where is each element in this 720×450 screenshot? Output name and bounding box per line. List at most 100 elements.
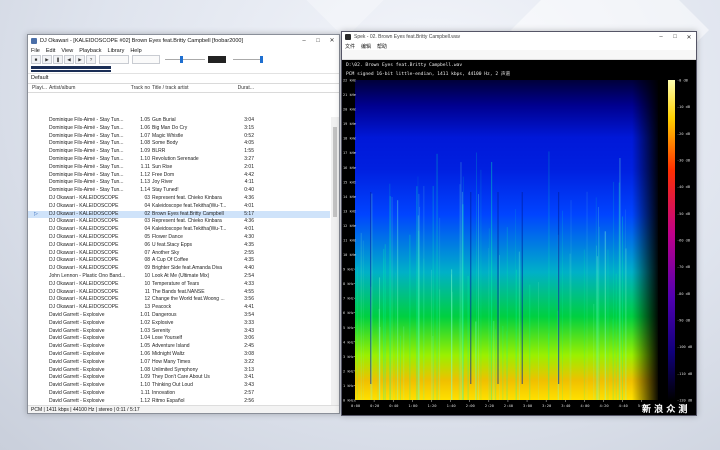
- row-artist-album: David Garrett - Explosive: [49, 319, 105, 326]
- spectrum-streak: [461, 191, 463, 400]
- row-title: Innovation: [152, 389, 176, 396]
- row-duration: 3:08: [244, 350, 254, 357]
- playlist-row[interactable]: DJ Okawari - KALEIDOSCOPE 13 Peacock 4:41: [28, 304, 330, 312]
- row-duration: 2:01: [244, 163, 254, 170]
- maximize-icon[interactable]: □: [668, 34, 682, 40]
- playlist-row[interactable]: David Garrett - Explosive 1.08 Unlimited S…: [28, 367, 330, 375]
- playlist-row[interactable]: David Garrett - Explosive 1.09 They Don't …: [28, 374, 330, 382]
- random-button[interactable]: ?: [86, 55, 96, 64]
- row-duration: 4:40: [244, 265, 254, 272]
- playlist-row[interactable]: DJ Okawari - KALEIDOSCOPE 10 Temperature o…: [28, 281, 330, 289]
- playlist-row[interactable]: Dominique Fils-Aimé - Stay Tun... 1.08 Som…: [28, 140, 330, 148]
- row-title: Another Sky: [152, 249, 180, 256]
- play-button[interactable]: ▶: [42, 55, 52, 64]
- playlist-row[interactable]: DJ Okawari - KALEIDOSCOPE 08 A Cup Of Coff…: [28, 257, 330, 265]
- scrollbar-thumb[interactable]: [333, 127, 337, 217]
- column-artist-album[interactable]: Artist/album: [49, 84, 127, 92]
- row-title: Dangerous: [152, 311, 177, 318]
- previous-button[interactable]: ◀: [64, 55, 74, 64]
- menu-help[interactable]: Help: [130, 48, 141, 54]
- playlist-row[interactable]: David Garrett - Explosive 1.11 Innovation 2…: [28, 390, 330, 398]
- menu-edit[interactable]: 编辑: [361, 43, 371, 50]
- playlist-row[interactable]: Dominique Fils-Aimé - Stay Tun... 1.11 Sun…: [28, 164, 330, 172]
- playlist-row[interactable]: DJ Okawari - KALEIDOSCOPE 04 Kaleidoscope …: [28, 226, 330, 234]
- playlist-row[interactable]: DJ Okawari - KALEIDOSCOPE 07 Another Sky 2:…: [28, 250, 330, 258]
- close-icon[interactable]: ✕: [325, 37, 339, 44]
- close-icon[interactable]: ✕: [682, 34, 696, 41]
- db-tick-label: -50 dB: [677, 212, 690, 216]
- playback-order-dropdown[interactable]: [99, 55, 129, 64]
- freq-tick-label: 6 kHz: [343, 311, 354, 315]
- menu-edit[interactable]: Edit: [46, 48, 55, 54]
- playlist-row[interactable]: Dominique Fils-Aimé - Stay Tun... 1.12 Fre…: [28, 172, 330, 180]
- playlist-row[interactable]: David Garrett - Explosive 1.04 Lose Yourse…: [28, 335, 330, 343]
- playlist-row[interactable]: Dominique Fils-Aimé - Stay Tun... 1.06 Big…: [28, 125, 330, 133]
- playlist-row[interactable]: Dominique Fils-Aimé - Stay Tun... 1.07 Mag…: [28, 133, 330, 141]
- freq-tick-label: 0 kHz: [343, 399, 354, 403]
- minimize-icon[interactable]: –: [654, 34, 668, 40]
- column-title[interactable]: Title / track artist: [152, 84, 232, 92]
- spectrum-streak: [371, 193, 373, 400]
- menu-view[interactable]: View: [61, 48, 73, 54]
- playlist-row[interactable]: David Garrett - Explosive 1.07 How Many Ti…: [28, 359, 330, 367]
- playlist-row[interactable]: DJ Okawari - KALEIDOSCOPE 03 Represent fea…: [28, 218, 330, 226]
- spectrum-streak: [397, 200, 399, 400]
- next-button[interactable]: ▶: [75, 55, 85, 64]
- playlist-row[interactable]: DJ Okawari - KALEIDOSCOPE 11 The Bands fea…: [28, 289, 330, 297]
- row-duration: 4:01: [244, 226, 254, 233]
- playlist-row[interactable]: ▷ DJ Okawari - KALEIDOSCOPE 02 Brown Eyes f…: [28, 210, 330, 219]
- playlist-row[interactable]: DJ Okawari - KALEIDOSCOPE 05 Flower Dance 4…: [28, 234, 330, 242]
- spectrum-gap: [521, 192, 523, 384]
- playlist-row[interactable]: DJ Okawari - KALEIDOSCOPE 12 Change the Wo…: [28, 296, 330, 304]
- menu-help[interactable]: 帮助: [377, 43, 387, 50]
- playlist-row[interactable]: David Garrett - Explosive1.14Baroque Fan…: [28, 413, 330, 414]
- playlist-row[interactable]: DJ Okawari - KALEIDOSCOPE 03 Represent fea…: [28, 195, 330, 203]
- volume-slider[interactable]: [233, 56, 263, 63]
- spectrum-streak: [476, 152, 477, 400]
- menu-playback[interactable]: Playback: [79, 48, 101, 54]
- playlist-row[interactable]: David Garrett - Explosive 1.03 Serenity 3:4…: [28, 328, 330, 336]
- playlist-row[interactable]: Dominique Fils-Aimé - Stay Tun... 1.09 BLR…: [28, 148, 330, 156]
- playlist-row[interactable]: DJ Okawari - KALEIDOSCOPE 04 Kaleidoscope …: [28, 203, 330, 211]
- row-duration: 3:33: [244, 319, 254, 326]
- pause-button[interactable]: ❚: [53, 55, 63, 64]
- row-artist-album: David Garrett - Explosive: [49, 327, 105, 334]
- playlist-row[interactable]: David Garrett - Explosive 1.06 Midnight Wa…: [28, 351, 330, 359]
- column-playing[interactable]: Playi...: [32, 84, 50, 92]
- column-track-no[interactable]: Track no: [130, 84, 150, 92]
- spectrum-streak: [419, 207, 420, 400]
- row-artist-album: John Lennon - Plastic Ono Band...: [49, 272, 126, 279]
- playlist-row[interactable]: David Garrett - Explosive 1.02 Explosive 3:…: [28, 320, 330, 328]
- playlist-row[interactable]: DJ Okawari - KALEIDOSCOPE 06 U feat.Stacy …: [28, 242, 330, 250]
- db-tick-label: -60 dB: [677, 239, 690, 243]
- playlist-row[interactable]: Dominique Fils-Aimé - Stay Tun... 1.10 Rev…: [28, 156, 330, 164]
- playlist-row[interactable]: Dominique Fils-Aimé - Stay Tun... 1.13 Joy…: [28, 179, 330, 187]
- column-duration[interactable]: Durat...: [234, 84, 254, 92]
- playlist-row[interactable]: John Lennon - Plastic Ono Band... 10 Look …: [28, 273, 330, 281]
- row-duration: 3:04: [244, 117, 254, 123]
- row-track-no: 1.05: [140, 343, 150, 350]
- freq-tick-label: 5 kHz: [343, 326, 354, 330]
- playlist-row[interactable]: Dominique Fils-Aimé - Stay Tun... 1.05 Gun…: [28, 117, 330, 125]
- playlist-tab-default[interactable]: Default: [28, 73, 339, 83]
- seek-slider[interactable]: [165, 56, 205, 63]
- spectrum-streak: [431, 269, 432, 400]
- menu-file[interactable]: File: [31, 48, 40, 54]
- playlist-row[interactable]: David Garrett - Explosive 1.05 Adventure I…: [28, 343, 330, 351]
- playlist-row[interactable]: Dominique Fils-Aimé - Stay Tun... 1.14 Sta…: [28, 187, 330, 195]
- db-tick-label: -70 dB: [677, 265, 690, 269]
- minimize-icon[interactable]: –: [297, 38, 311, 44]
- spectrum-streak: [436, 153, 438, 400]
- menu-library[interactable]: Library: [108, 48, 125, 54]
- menu-file[interactable]: 文件: [345, 43, 355, 50]
- spectrum-streak: [618, 182, 620, 400]
- row-track-no: 09: [144, 265, 150, 272]
- time-tick-label: 0:40: [389, 403, 399, 408]
- playlist-row[interactable]: DJ Okawari - KALEIDOSCOPE 09 Brighter Side…: [28, 265, 330, 273]
- maximize-icon[interactable]: □: [311, 38, 325, 44]
- stop-button[interactable]: ■: [31, 55, 41, 64]
- playlist-scrollbar[interactable]: [331, 117, 339, 413]
- playlist-row[interactable]: David Garrett - Explosive 1.01 Dangerous 3:…: [28, 312, 330, 320]
- spectrum-streak: [583, 249, 585, 400]
- playlist-row[interactable]: David Garrett - Explosive 1.10 Thinking Ou…: [28, 382, 330, 390]
